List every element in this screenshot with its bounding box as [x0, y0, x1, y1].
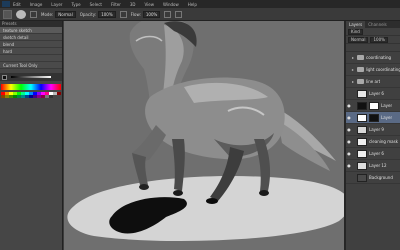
layer-name: light coordinating: [365, 67, 400, 72]
preset-item[interactable]: hard: [0, 48, 62, 55]
menu-view[interactable]: View: [145, 2, 155, 7]
layer-thumbnail: [357, 101, 367, 110]
layer-group-row[interactable]: ▸ light coordinating: [346, 64, 400, 76]
color-panel: [0, 73, 62, 81]
background-layer-row[interactable]: Background: [346, 172, 400, 184]
layer-opacity-field[interactable]: 100%: [370, 36, 388, 43]
preset-item[interactable]: blend: [0, 41, 62, 48]
layer-name: Background: [369, 175, 393, 180]
layer-row[interactable]: ● cleaning mask: [346, 136, 400, 148]
flow-field[interactable]: 100%: [142, 10, 161, 18]
opacity-field[interactable]: 100%: [98, 10, 116, 18]
preset-item[interactable]: [0, 55, 62, 62]
lock-row: [346, 44, 400, 52]
flow-label: Flow:: [130, 11, 141, 17]
layer-name: Layer 6: [369, 151, 384, 156]
folder-icon: [357, 55, 364, 60]
eye-icon[interactable]: ●: [346, 115, 352, 120]
eye-icon[interactable]: ●: [346, 127, 352, 132]
pressure-opacity-icon[interactable]: [119, 10, 127, 18]
layer-row-selected[interactable]: ● Layer: [346, 112, 400, 124]
airbrush-icon[interactable]: [164, 10, 172, 18]
options-bar: Mode: Normal Opacity: 100% Flow: 100%: [0, 8, 400, 21]
menu-layer[interactable]: Layer: [51, 2, 62, 7]
layer-row[interactable]: ● Layer 6: [346, 148, 400, 160]
layer-thumbnail: [357, 89, 367, 98]
layer-group-row[interactable]: ▸ coordinating: [346, 52, 400, 64]
layer-name: coordinating: [366, 55, 392, 60]
layer-mask-thumbnail: [369, 113, 379, 122]
preset-item[interactable]: sketch detail: [0, 34, 62, 41]
layers-panel-tabs: Layers Channels: [346, 21, 400, 28]
layer-name: Layer: [381, 115, 393, 120]
brush-panel-icon[interactable]: [30, 10, 37, 18]
layer-name: Layer 9: [369, 127, 384, 132]
menu-filter[interactable]: Filter: [111, 2, 121, 7]
preset-item[interactable]: texture sketch: [0, 27, 62, 34]
layer-name: Layer 12: [369, 163, 387, 168]
layer-thumbnail: [357, 113, 367, 122]
menu-select[interactable]: Select: [90, 2, 102, 7]
layer-name: Layer: [381, 103, 393, 108]
app-logo-icon: [2, 1, 10, 7]
layer-row[interactable]: ● Layer 12: [346, 160, 400, 172]
opacity-label: Opacity:: [79, 11, 97, 17]
layer-thumbnail: [357, 149, 367, 158]
menu-3d[interactable]: 3D: [130, 2, 136, 7]
layer-thumbnail: [357, 173, 367, 182]
swatches-grid[interactable]: [1, 92, 61, 98]
menu-image[interactable]: Image: [30, 2, 43, 7]
foreground-color-chip[interactable]: [2, 74, 7, 80]
current-tool-only-checkbox[interactable]: Current Tool Only: [0, 62, 62, 69]
eye-icon[interactable]: ●: [346, 139, 352, 144]
pressure-size-icon[interactable]: [175, 10, 183, 18]
mode-select[interactable]: Normal: [55, 10, 76, 18]
layer-mask-thumbnail: [369, 101, 379, 110]
layer-name: line art: [366, 79, 381, 84]
blend-mode-select[interactable]: Normal: [348, 36, 369, 43]
horse-painting: [67, 21, 344, 241]
eye-icon[interactable]: ●: [346, 103, 352, 108]
folder-icon: [357, 79, 364, 84]
brush-presets-panel: Presets texture sketch sketch detail ble…: [0, 21, 63, 250]
layer-row[interactable]: ● Layer: [346, 100, 400, 112]
mode-label: Mode:: [41, 11, 54, 17]
layer-thumbnail: [357, 125, 367, 134]
layer-name: Layer 6: [369, 91, 384, 96]
document-canvas[interactable]: [64, 21, 344, 250]
layer-thumbnail: [357, 161, 367, 170]
layer-kind-filter[interactable]: Kind: [348, 28, 363, 35]
layer-name: cleaning mask: [369, 139, 398, 144]
menu-window[interactable]: Window: [163, 2, 179, 7]
layer-thumbnail: [357, 137, 367, 146]
tab-channels[interactable]: Channels: [365, 21, 390, 28]
color-spectrum[interactable]: [1, 84, 61, 90]
menu-help[interactable]: Help: [188, 2, 197, 7]
brush-tool-icon[interactable]: [3, 9, 12, 19]
tab-layers[interactable]: Layers: [346, 21, 366, 28]
menu-type[interactable]: Type: [71, 2, 80, 7]
layer-filter-row: Kind: [346, 28, 400, 36]
blend-row: Normal 100%: [346, 36, 400, 44]
layer-row[interactable]: ● Layer 9: [346, 124, 400, 136]
brush-preset-picker[interactable]: [16, 9, 26, 19]
menu-bar: Edit Image Layer Type Select Filter 3D V…: [0, 0, 400, 8]
eye-icon[interactable]: ●: [346, 151, 352, 156]
layer-row[interactable]: Layer 6: [346, 88, 400, 100]
folder-icon: [356, 67, 364, 72]
layer-group-row[interactable]: ▸ line art: [346, 76, 400, 88]
menu-edit[interactable]: Edit: [13, 2, 21, 7]
brightness-slider[interactable]: [11, 76, 51, 78]
eye-icon[interactable]: ●: [346, 163, 352, 168]
layers-panel: Layers Channels Kind Normal 100% ▸ coord…: [346, 21, 400, 250]
